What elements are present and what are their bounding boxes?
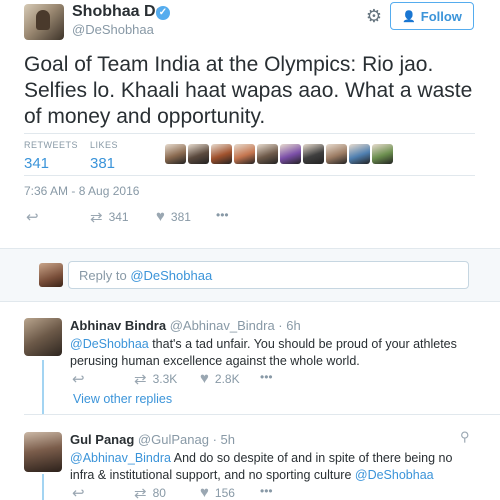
divider	[24, 133, 475, 134]
retweet-button[interactable]: ⇄ 341	[90, 208, 129, 226]
reply-author-handle: @GulPanag	[137, 432, 209, 447]
heart-icon: ♥	[200, 484, 209, 500]
reply-text: @Abhinav_Bindra And do so despite of and…	[70, 450, 470, 484]
reply-author[interactable]: Gul Panag @GulPanag · 5h	[70, 432, 235, 447]
heart-icon: ♥	[200, 370, 209, 387]
retweet-icon: ⇄	[90, 209, 103, 226]
avatar[interactable]	[24, 432, 62, 472]
tweet-timestamp[interactable]: 7:36 AM - 8 Aug 2016	[24, 184, 139, 198]
liker-avatar[interactable]	[234, 144, 255, 164]
reply-age: 6h	[286, 318, 301, 333]
like-count: 2.8K	[214, 371, 240, 386]
verified-badge-icon: ✓	[156, 6, 170, 20]
retweet-button[interactable]: ⇄ 80	[134, 484, 166, 500]
liker-avatar[interactable]	[280, 144, 301, 164]
more-button[interactable]: •••	[260, 370, 273, 384]
avatar[interactable]	[24, 318, 62, 356]
more-icon: •••	[260, 484, 273, 498]
main-tweet: Shobhaa De ✓ @DeShobhaa ⚙ 👤 Follow Goal …	[0, 0, 500, 248]
gear-icon[interactable]: ⚙	[364, 6, 384, 26]
retweet-button[interactable]: ⇄ 3.3K	[134, 370, 177, 388]
reply-icon: ↩	[72, 485, 85, 500]
reply-icon: ↩	[26, 209, 39, 226]
add-user-icon: 👤	[402, 10, 416, 23]
retweet-icon: ⇄	[134, 485, 147, 500]
author-handle[interactable]: @DeShobhaa	[72, 22, 154, 37]
reply-icon: ↩	[72, 371, 85, 388]
reply-mention: @DeShobhaa	[130, 268, 213, 283]
reply-author-name: Abhinav Bindra	[70, 318, 167, 333]
liker-avatar[interactable]	[165, 144, 186, 164]
retweets-stat[interactable]: RETWEETS 341	[24, 140, 78, 172]
more-icon: •••	[260, 370, 273, 384]
current-user-avatar	[39, 263, 63, 287]
mention-link[interactable]: @DeShobhaa	[70, 337, 149, 351]
liker-avatar[interactable]	[349, 144, 370, 164]
liker-avatar[interactable]	[326, 144, 347, 164]
retweets-count: 341	[24, 155, 50, 172]
liker-avatar[interactable]	[257, 144, 278, 164]
heart-icon: ♥	[156, 208, 165, 225]
likes-label: LIKES	[90, 140, 119, 150]
retweet-count: 80	[152, 486, 166, 500]
divider	[24, 175, 475, 176]
more-button[interactable]: •••	[260, 484, 273, 498]
mention-link[interactable]: @DeShobhaa	[355, 468, 434, 482]
location-pin-icon[interactable]: ⚲	[460, 429, 470, 445]
like-count: 381	[170, 209, 191, 224]
liker-avatar[interactable]	[372, 144, 393, 164]
thread-line	[42, 360, 44, 414]
like-count: 156	[214, 485, 235, 500]
tweet-text: Goal of Team India at the Olympics: Rio …	[24, 53, 473, 128]
reply-age: 5h	[220, 432, 235, 447]
like-button[interactable]: ♥ 381	[156, 208, 191, 225]
likes-count: 381	[90, 155, 116, 172]
liker-avatar[interactable]	[211, 144, 232, 164]
reply-tweet: Gul Panag @GulPanag · 5h ⚲ @Abhinav_Bind…	[0, 414, 500, 500]
retweet-count: 3.3K	[152, 372, 178, 386]
reply-button[interactable]: ↩	[72, 370, 85, 388]
liker-avatar[interactable]	[303, 144, 324, 164]
retweets-label: RETWEETS	[24, 140, 79, 150]
reply-input[interactable]: Reply to @DeShobhaa	[68, 261, 469, 289]
mention-link[interactable]: @Abhinav_Bindra	[70, 451, 171, 465]
reply-author-name: Gul Panag	[70, 432, 135, 447]
liker-avatars	[165, 144, 393, 164]
liker-avatar[interactable]	[188, 144, 209, 164]
like-button[interactable]: ♥ 156	[200, 484, 235, 500]
reply-text: @DeShobhaa that's a tad unfair. You shou…	[70, 336, 470, 370]
thread-line	[42, 474, 44, 500]
like-button[interactable]: ♥ 2.8K	[200, 370, 240, 387]
author-avatar[interactable]	[24, 4, 64, 40]
reply-author-handle: @Abhinav_Bindra	[169, 318, 275, 333]
retweet-count: 341	[108, 210, 129, 224]
reply-button[interactable]: ↩	[72, 484, 85, 500]
view-other-replies-link[interactable]: View other replies	[73, 392, 172, 406]
author-name[interactable]: Shobhaa De	[72, 3, 164, 21]
reply-compose-area: Reply to @DeShobhaa	[0, 248, 500, 302]
reply-author[interactable]: Abhinav Bindra @Abhinav_Bindra · 6h	[70, 318, 301, 333]
reply-tweet: Abhinav Bindra @Abhinav_Bindra · 6h @DeS…	[0, 302, 500, 414]
more-button[interactable]: •••	[216, 208, 229, 222]
retweet-icon: ⇄	[134, 371, 147, 388]
follow-label: Follow	[420, 8, 462, 24]
more-icon: •••	[216, 208, 229, 222]
reply-button[interactable]: ↩	[26, 208, 39, 226]
likes-stat[interactable]: LIKES 381	[90, 140, 118, 172]
follow-button[interactable]: 👤 Follow	[390, 2, 474, 30]
reply-prefix: Reply to	[79, 268, 131, 283]
